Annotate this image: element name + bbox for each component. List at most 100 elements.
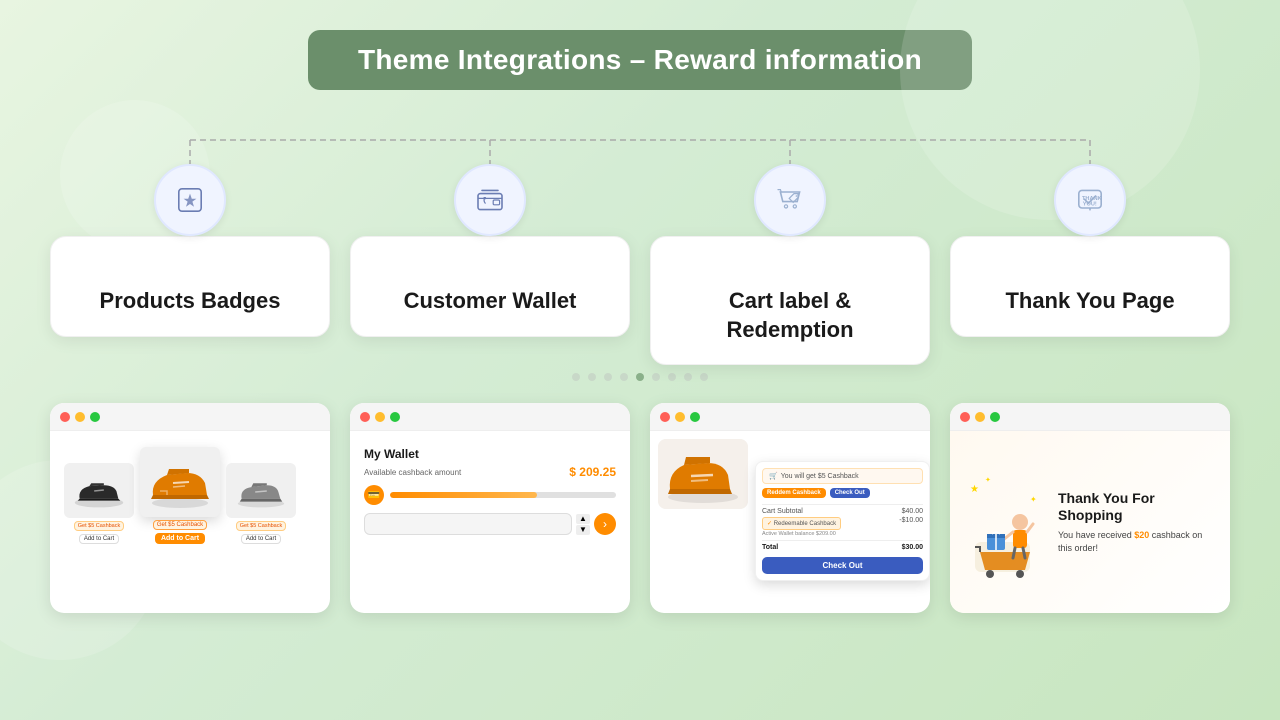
dot-6[interactable]	[652, 373, 660, 381]
wallet-increment-btn[interactable]: ▲	[576, 514, 590, 524]
wallet-input-row: ▲ ▼ ›	[364, 513, 616, 535]
card-thank-you: THANK YOU! Thank You Page	[950, 200, 1230, 365]
sc-dot-red-4	[960, 412, 970, 422]
screenshot-wallet: My Wallet Available cashback amount $ 20…	[350, 403, 630, 613]
cashback-checkbox[interactable]: ✓ Redeemable Cashback	[762, 517, 841, 530]
dot-3[interactable]	[604, 373, 612, 381]
cart-subtotal-row: Cart Subtotal $40.00	[762, 508, 923, 515]
screenshot-cart: 🛒 You will get $5 Cashback Reddem Cashba…	[650, 403, 930, 613]
sc-dot-green-4	[990, 412, 1000, 422]
redeem-cashback-btn[interactable]: Reddem Cashback	[762, 488, 826, 498]
page-title: Theme Integrations – Reward information	[358, 44, 922, 76]
svg-text:YOU!: YOU!	[1083, 202, 1097, 208]
cashback-banner: 🛒 You will get $5 Cashback	[762, 468, 923, 484]
total-val: $30.00	[902, 544, 923, 551]
shoe-img-1	[64, 463, 134, 518]
thank-you-icon: THANK YOU!	[1074, 184, 1106, 216]
icon-circle-badges	[154, 164, 226, 236]
card-products-badges: Products Badges	[50, 200, 330, 365]
feature-card-wallet: Customer Wallet	[350, 236, 630, 337]
wallet-input-field[interactable]	[364, 513, 572, 535]
thankyou-content: ★ ✦ ✦ Thank You For Shopping You have re…	[960, 439, 1220, 605]
shoe-item-3: Get $5 Cashback Add to Cart	[226, 463, 296, 544]
svg-text:✦: ✦	[985, 476, 991, 484]
cart-shoe-image	[658, 439, 748, 509]
badge-star-icon	[174, 184, 206, 216]
cashback-label: Redeemable Cashback	[774, 521, 836, 527]
wallet-balance-row: Available cashback amount $ 209.25	[364, 465, 616, 479]
card-cart-redemption: Cart label & Redemption	[650, 200, 930, 365]
title-bar: Theme Integrations – Reward information	[308, 30, 972, 90]
wallet-progress-bar	[390, 492, 616, 498]
cart-total-row: Total $30.00	[762, 544, 923, 551]
add-to-cart-btn-3[interactable]: Add to Cart	[241, 534, 281, 544]
thankyou-amount: $20	[1134, 530, 1149, 540]
thankyou-text: Thank You For Shopping You have received…	[1058, 490, 1215, 555]
sc-dot-green-3	[690, 412, 700, 422]
badge-text-1: Get $5 Cashback	[74, 521, 125, 531]
svg-text:★: ★	[970, 484, 979, 495]
icon-circle-wallet	[454, 164, 526, 236]
thankyou-subtitle: You have received $20 cashback on this o…	[1058, 529, 1215, 554]
dot-9[interactable]	[700, 373, 708, 381]
main-container: Theme Integrations – Reward information …	[0, 0, 1280, 720]
card-badges-title: Products Badges	[71, 287, 309, 316]
screenshot-badges: Get $5 Cashback Add to Cart	[50, 403, 330, 613]
subtotal-val: $40.00	[902, 508, 923, 515]
wallet-progress-container: 💳	[364, 485, 616, 505]
dot-4[interactable]	[620, 373, 628, 381]
wallet-decrement-btn[interactable]: ▼	[576, 525, 590, 535]
cashback-banner-text: You will get $5 Cashback	[781, 473, 859, 480]
cart-tag-icon	[774, 184, 806, 216]
dot-2[interactable]	[588, 373, 596, 381]
total-label: Total	[762, 544, 778, 551]
dot-7[interactable]	[668, 373, 676, 381]
add-to-cart-btn-1[interactable]: Add to Cart	[79, 534, 119, 544]
card-thankyou-title: Thank You Page	[971, 287, 1209, 316]
thankyou-title: Thank You For Shopping	[1058, 490, 1215, 524]
card-wallet-title: Customer Wallet	[371, 287, 609, 316]
sc-titlebar-3	[650, 403, 930, 431]
sc-content-thankyou: ★ ✦ ✦ Thank You For Shopping You have re…	[950, 431, 1230, 613]
icon-circle-thankyou: THANK YOU!	[1054, 164, 1126, 236]
add-to-cart-btn-2[interactable]: Add to Cart	[155, 533, 205, 544]
svg-text:✦: ✦	[1030, 495, 1037, 504]
subtotal-label: Cart Subtotal	[762, 508, 803, 515]
pagination-dots	[572, 373, 708, 381]
wallet-submit-btn[interactable]: ›	[594, 513, 616, 535]
final-checkout-btn[interactable]: Check Out	[762, 557, 923, 574]
icon-circle-cart	[754, 164, 826, 236]
checkout-btn-1[interactable]: Check Out	[830, 488, 870, 498]
screenshots-section: Get $5 Cashback Add to Cart	[40, 403, 1240, 613]
screenshot-thankyou: ★ ✦ ✦ Thank You For Shopping You have re…	[950, 403, 1230, 613]
cashback-sub: Active Wallet balance $209.00	[762, 531, 841, 537]
wallet-amount: $ 209.25	[569, 465, 616, 479]
sc-dot-yellow-1	[75, 412, 85, 422]
sc-titlebar-2	[350, 403, 630, 431]
feature-cards-section: Products Badges Customer Wallet	[40, 200, 1240, 365]
shoe-item-2-featured: Get $5 Cashback Add to Cart	[140, 447, 220, 544]
cart-btn-row: Reddem Cashback Check Out	[762, 488, 923, 498]
cart-divider-1	[762, 504, 923, 505]
cart-cashback-row: ✓ Redeemable Cashback Active Wallet bala…	[762, 517, 923, 537]
sc-dot-red-2	[360, 412, 370, 422]
dot-8[interactable]	[684, 373, 692, 381]
sc-dot-red-1	[60, 412, 70, 422]
sc-content-wallet: My Wallet Available cashback amount $ 20…	[350, 431, 630, 613]
dot-1[interactable]	[572, 373, 580, 381]
cart-popup: 🛒 You will get $5 Cashback Reddem Cashba…	[755, 461, 930, 581]
sc-content-badges: Get $5 Cashback Add to Cart	[50, 431, 330, 613]
sc-titlebar-1	[50, 403, 330, 431]
badge-text-2: Get $5 Cashback	[153, 520, 207, 530]
feature-card-thankyou: Thank You Page	[950, 236, 1230, 337]
sc-dot-yellow-3	[675, 412, 685, 422]
dot-5-active[interactable]	[636, 373, 644, 381]
cashback-val: -$10.00	[899, 517, 923, 537]
wallet-progress-fill	[390, 492, 537, 498]
sc-titlebar-4	[950, 403, 1230, 431]
sc-content-cart: 🛒 You will get $5 Cashback Reddem Cashba…	[650, 431, 930, 613]
shoe-item-1: Get $5 Cashback Add to Cart	[64, 463, 134, 544]
badge-text-3: Get $5 Cashback	[236, 521, 287, 531]
wallet-label: Available cashback amount	[364, 468, 461, 477]
sc-dot-green-2	[390, 412, 400, 422]
